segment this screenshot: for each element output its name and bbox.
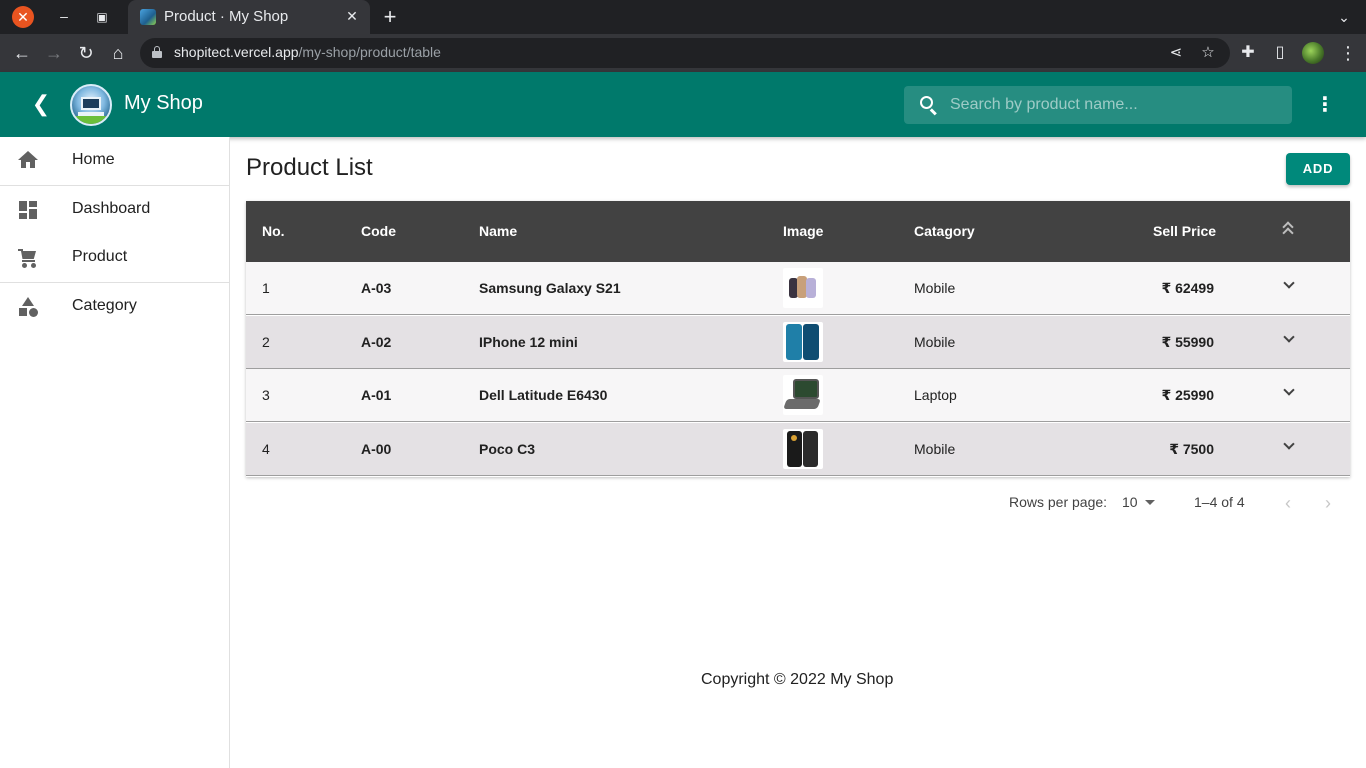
- expand-row-icon[interactable]: [1282, 331, 1298, 348]
- product-table: No. Code Name Image Catagory Sell Price …: [246, 201, 1350, 477]
- cell-sell-price: ₹ 25990: [1161, 387, 1214, 403]
- table-row[interactable]: 2 A-02 IPhone 12 mini Mobile ₹ 55990: [246, 316, 1350, 369]
- column-header-category[interactable]: Catagory: [914, 223, 975, 239]
- side-panel-icon[interactable]: ▯: [1266, 39, 1294, 67]
- back-arrow-icon[interactable]: ←: [8, 39, 36, 67]
- cell-name: Samsung Galaxy S21: [479, 280, 621, 296]
- window-restore-icon[interactable]: ▣: [92, 5, 112, 29]
- shop-logo: [70, 84, 112, 126]
- product-image: [783, 429, 823, 469]
- address-bar[interactable]: shopitect.vercel.app/my-shop/product/tab…: [140, 38, 1230, 68]
- search-box[interactable]: [904, 86, 1292, 124]
- new-tab-icon[interactable]: +: [378, 4, 402, 30]
- reload-icon[interactable]: ↻: [72, 39, 100, 67]
- pagination-range: 1–4 of 4: [1194, 494, 1245, 510]
- bookmark-star-icon[interactable]: ☆: [1196, 41, 1220, 65]
- sidebar-item-label: Product: [72, 248, 128, 265]
- browser-menu-icon[interactable]: ⋮: [1338, 39, 1358, 67]
- sidebar-item-dashboard[interactable]: Dashboard: [0, 186, 229, 234]
- cell-sell-price: ₹ 55990: [1161, 334, 1214, 350]
- search-input[interactable]: [950, 86, 1280, 124]
- table-row[interactable]: 3 A-01 Dell Latitude E6430 Laptop ₹ 2599…: [246, 369, 1350, 422]
- cell-name: Poco C3: [479, 441, 536, 457]
- search-icon: [918, 94, 940, 116]
- cell-category: Mobile: [914, 280, 956, 296]
- column-header-image: Image: [783, 223, 824, 239]
- product-image: [783, 322, 823, 362]
- cell-category: Mobile: [914, 441, 956, 457]
- cell-name: IPhone 12 mini: [479, 334, 578, 350]
- column-header-name[interactable]: Name: [479, 223, 517, 239]
- previous-page-icon[interactable]: ‹: [1278, 494, 1298, 512]
- expand-row-icon[interactable]: [1282, 438, 1298, 455]
- extensions-puzzle-icon[interactable]: ✚: [1234, 39, 1262, 67]
- add-button[interactable]: ADD: [1286, 153, 1350, 185]
- tab-close-icon[interactable]: ✕: [342, 6, 362, 26]
- cell-category: Laptop: [914, 387, 957, 403]
- profile-avatar[interactable]: [1302, 42, 1324, 64]
- dropdown-caret-icon[interactable]: [1145, 500, 1155, 505]
- url-path: /my-shop/product/table: [298, 44, 441, 60]
- url-text[interactable]: shopitect.vercel.app/my-shop/product/tab…: [174, 44, 441, 60]
- product-image: [783, 375, 823, 415]
- window-minimize-icon[interactable]: –: [54, 4, 74, 28]
- column-header-code[interactable]: Code: [361, 223, 396, 239]
- rows-per-page-select[interactable]: 10: [1122, 494, 1138, 510]
- lock-icon: [152, 46, 162, 58]
- expand-row-icon[interactable]: [1282, 384, 1298, 401]
- app-bar: ❮ My Shop ⋮: [0, 72, 1366, 137]
- favicon-icon: [140, 9, 156, 25]
- app-title: My Shop: [124, 92, 203, 114]
- cell-sell-price: ₹ 7500: [1169, 441, 1214, 457]
- tab-title: Product · My Shop: [164, 8, 289, 25]
- back-chevron-icon[interactable]: ❮: [26, 89, 56, 119]
- forward-arrow-icon[interactable]: →: [40, 39, 68, 67]
- rows-per-page-label: Rows per page:: [1009, 494, 1108, 510]
- cart-icon: [18, 248, 38, 268]
- browser-tab-bar: ✕ – ▣ Product · My Shop ✕ + ⌄: [0, 0, 1366, 34]
- category-icon: [18, 297, 38, 317]
- table-row[interactable]: 1 A-03 Samsung Galaxy S21 Mobile ₹ 62499: [246, 262, 1350, 315]
- tab-search-chevron-icon[interactable]: ⌄: [1332, 5, 1356, 29]
- sidebar-item-label: Category: [72, 297, 137, 314]
- window-close-icon[interactable]: ✕: [12, 6, 34, 28]
- cell-no: 2: [262, 334, 270, 350]
- cell-code: A-01: [361, 387, 392, 403]
- column-header-no[interactable]: No.: [262, 223, 285, 239]
- cell-no: 1: [262, 280, 270, 296]
- dashboard-icon: [18, 200, 38, 220]
- cell-name: Dell Latitude E6430: [479, 387, 608, 403]
- copyright-footer: Copyright © 2022 My Shop: [701, 671, 894, 688]
- sidebar-item-product[interactable]: Product: [0, 234, 229, 282]
- home-icon: [18, 151, 38, 171]
- sidebar-item-label: Home: [72, 151, 115, 168]
- share-icon[interactable]: ⋖: [1164, 41, 1188, 65]
- expand-row-icon[interactable]: [1282, 277, 1298, 294]
- sidebar-item-label: Dashboard: [72, 200, 151, 217]
- cell-code: A-03: [361, 280, 392, 296]
- home-page-icon[interactable]: ⌂: [104, 39, 132, 67]
- cell-code: A-00: [361, 441, 392, 457]
- table-header: No. Code Name Image Catagory Sell Price: [246, 201, 1350, 262]
- sidebar-item-category[interactable]: Category: [0, 283, 229, 331]
- cell-code: A-02: [361, 334, 392, 350]
- cell-no: 3: [262, 387, 270, 403]
- sidebar: Home Dashboard Product Category: [0, 137, 230, 768]
- sidebar-item-home[interactable]: Home: [0, 137, 229, 185]
- browser-toolbar: ← → ↻ ⌂ shopitect.vercel.app/my-shop/pro…: [0, 34, 1366, 72]
- url-host: shopitect.vercel.app: [174, 44, 299, 60]
- page-title: Product List: [246, 154, 373, 181]
- next-page-icon[interactable]: ›: [1318, 494, 1338, 512]
- table-row[interactable]: 4 A-00 Poco C3 Mobile ₹ 7500: [246, 423, 1350, 476]
- column-header-sell-price[interactable]: Sell Price: [1153, 223, 1216, 239]
- collapse-all-icon[interactable]: [1280, 219, 1300, 243]
- more-vert-icon[interactable]: ⋮: [1312, 90, 1338, 120]
- product-image: [783, 268, 823, 308]
- cell-sell-price: ₹ 62499: [1161, 280, 1214, 296]
- cell-no: 4: [262, 441, 270, 457]
- cell-category: Mobile: [914, 334, 956, 350]
- browser-tab[interactable]: Product · My Shop ✕: [128, 0, 370, 34]
